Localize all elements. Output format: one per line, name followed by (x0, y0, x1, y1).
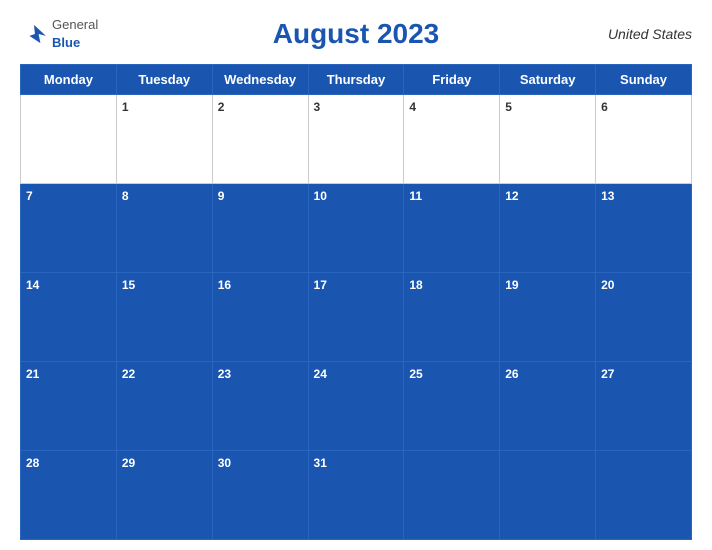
calendar-day-cell: 13 (596, 184, 692, 273)
calendar-day-cell: 8 (116, 184, 212, 273)
calendar-day-cell: 31 (308, 451, 404, 540)
day-number: 15 (122, 278, 135, 292)
day-number: 18 (409, 278, 422, 292)
calendar-table: Monday Tuesday Wednesday Thursday Friday… (20, 64, 692, 540)
calendar-day-cell: 9 (212, 184, 308, 273)
calendar-day-cell: 5 (500, 95, 596, 184)
calendar-day-cell: 16 (212, 273, 308, 362)
calendar-day-cell (21, 95, 117, 184)
weekday-header-row: Monday Tuesday Wednesday Thursday Friday… (21, 65, 692, 95)
header-saturday: Saturday (500, 65, 596, 95)
day-number: 21 (26, 367, 39, 381)
day-number: 25 (409, 367, 422, 381)
header-tuesday: Tuesday (116, 65, 212, 95)
calendar-day-cell: 2 (212, 95, 308, 184)
calendar-day-cell: 6 (596, 95, 692, 184)
calendar-day-cell (500, 451, 596, 540)
calendar-day-cell: 28 (21, 451, 117, 540)
header-wednesday: Wednesday (212, 65, 308, 95)
calendar-day-cell: 24 (308, 362, 404, 451)
day-number: 3 (314, 100, 321, 114)
calendar-header: General Blue August 2023 United States (20, 10, 692, 58)
day-number: 22 (122, 367, 135, 381)
calendar-week-row: 1 2 3 4 5 6 (21, 95, 692, 184)
calendar-week-row: 21 22 23 24 25 26 27 (21, 362, 692, 451)
day-number: 13 (601, 189, 614, 203)
logo-blue: Blue (52, 35, 80, 50)
calendar-day-cell: 20 (596, 273, 692, 362)
header-thursday: Thursday (308, 65, 404, 95)
calendar-day-cell: 22 (116, 362, 212, 451)
calendar-day-cell: 11 (404, 184, 500, 273)
day-number: 10 (314, 189, 327, 203)
calendar-week-row: 7 8 9 10 11 12 13 (21, 184, 692, 273)
header-monday: Monday (21, 65, 117, 95)
calendar-day-cell: 7 (21, 184, 117, 273)
calendar-day-cell (404, 451, 500, 540)
day-number: 4 (409, 100, 416, 114)
calendar-day-cell: 12 (500, 184, 596, 273)
calendar-week-row: 14 15 16 17 18 19 20 (21, 273, 692, 362)
day-number: 1 (122, 100, 129, 114)
calendar-day-cell: 4 (404, 95, 500, 184)
day-number: 23 (218, 367, 231, 381)
day-number: 27 (601, 367, 614, 381)
calendar-day-cell (596, 451, 692, 540)
day-number: 2 (218, 100, 225, 114)
calendar-day-cell: 26 (500, 362, 596, 451)
calendar-day-cell: 10 (308, 184, 404, 273)
calendar-day-cell: 3 (308, 95, 404, 184)
calendar-day-cell: 18 (404, 273, 500, 362)
day-number: 11 (409, 189, 422, 203)
day-number: 17 (314, 278, 327, 292)
day-number: 24 (314, 367, 327, 381)
logo-bird-icon (20, 23, 48, 45)
day-number: 29 (122, 456, 135, 470)
day-number: 30 (218, 456, 231, 470)
header-friday: Friday (404, 65, 500, 95)
logo-general: General (52, 17, 98, 32)
header-sunday: Sunday (596, 65, 692, 95)
calendar-day-cell: 14 (21, 273, 117, 362)
calendar-day-cell: 29 (116, 451, 212, 540)
calendar-day-cell: 25 (404, 362, 500, 451)
calendar-day-cell: 15 (116, 273, 212, 362)
logo: General Blue (20, 16, 98, 52)
day-number: 7 (26, 189, 33, 203)
day-number: 5 (505, 100, 512, 114)
calendar-day-cell: 23 (212, 362, 308, 451)
day-number: 6 (601, 100, 608, 114)
day-number: 19 (505, 278, 518, 292)
calendar-day-cell: 21 (21, 362, 117, 451)
calendar-day-cell: 19 (500, 273, 596, 362)
day-number: 14 (26, 278, 39, 292)
day-number: 16 (218, 278, 231, 292)
calendar-day-cell: 1 (116, 95, 212, 184)
day-number: 8 (122, 189, 129, 203)
day-number: 28 (26, 456, 39, 470)
calendar-day-cell: 30 (212, 451, 308, 540)
day-number: 9 (218, 189, 225, 203)
day-number: 20 (601, 278, 614, 292)
day-number: 31 (314, 456, 327, 470)
day-number: 26 (505, 367, 518, 381)
country-label: United States (608, 26, 692, 42)
calendar-title: August 2023 (273, 18, 440, 50)
day-number: 12 (505, 189, 518, 203)
calendar-day-cell: 17 (308, 273, 404, 362)
title-area: August 2023 (273, 18, 440, 50)
logo-text: General Blue (52, 16, 98, 52)
calendar-day-cell: 27 (596, 362, 692, 451)
calendar-week-row: 28 29 30 31 (21, 451, 692, 540)
